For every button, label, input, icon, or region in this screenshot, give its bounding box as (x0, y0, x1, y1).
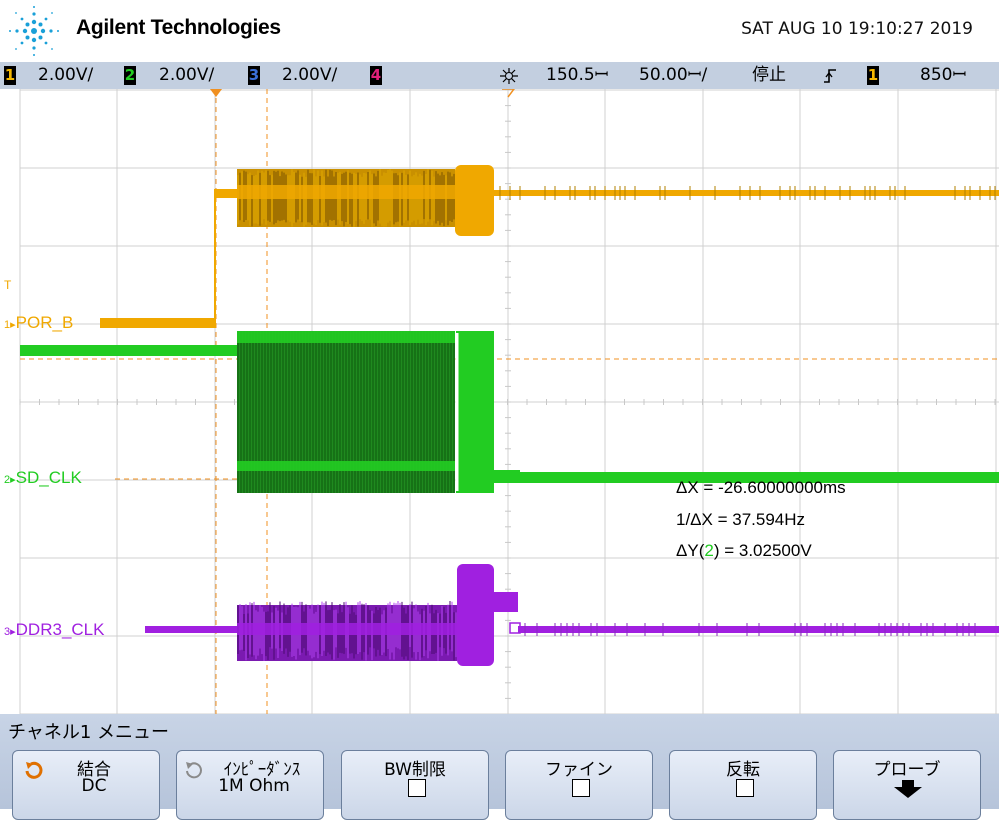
channel-2-scale: 2.00V/ (159, 65, 215, 85)
channel-2-badge[interactable]: 2 (124, 66, 136, 85)
delay-icon (500, 68, 518, 84)
coupling-softkey[interactable]: 結合 DC (12, 750, 160, 820)
channel-2-label[interactable]: 2▸SD_CLK (4, 468, 82, 488)
date-time: SAT AUG 10 19:10:27 2019 (741, 19, 973, 39)
ch1-high-trace (215, 189, 239, 198)
status-bar: 1 2.00V/ 2 2.00V/ 3 2.00V/ 4 150.5ꟷ 50.0… (0, 62, 999, 89)
channel-1-label[interactable]: 1▸POR_B (4, 313, 73, 333)
ch2-burst-top (237, 331, 455, 343)
delta-y-readout: ΔY(2) = 3.02500V (676, 541, 812, 560)
agilent-logo-icon (9, 6, 59, 56)
channel-3-scale: 2.00V/ (282, 65, 338, 85)
header-bar: Agilent Technologies SAT AUG 10 19:10:27… (0, 0, 999, 62)
invert-label: 反転 (726, 760, 760, 780)
ch2-dense-block (456, 331, 494, 493)
fine-label: ファイン (545, 760, 613, 780)
channel-3-label[interactable]: 3▸DDR3_CLK (4, 620, 104, 640)
impedance-softkey[interactable]: ｲﾝﾋﾟｰﾀﾞﾝｽ 1M Ohm (176, 750, 324, 820)
invert-checkbox[interactable] (736, 779, 754, 797)
coupling-value: DC (81, 776, 107, 796)
waveform-canvas (19, 89, 999, 714)
ch1-dense-block (455, 165, 494, 236)
bw-limit-label: BW制限 (384, 760, 446, 780)
channel-3-badge[interactable]: 3 (248, 66, 260, 85)
ch2-idle-trace (20, 345, 238, 356)
bw-limit-softkey[interactable]: BW制限 (341, 750, 489, 820)
delta-x-readout: ΔX = -26.60000000ms (676, 478, 846, 497)
ch3-idle-trace (145, 626, 238, 633)
trigger-edge-icon (824, 69, 836, 83)
trigger-source-badge[interactable]: 1 (867, 66, 879, 85)
fine-softkey[interactable]: ファイン (505, 750, 653, 820)
submenu-arrow-icon (894, 780, 922, 798)
run-state: 停止 (752, 65, 786, 85)
timebase-value: 50.00ꟷ/ (639, 65, 708, 85)
channel-1-badge[interactable]: 1 (4, 66, 16, 85)
channel-1-scale: 2.00V/ (38, 65, 94, 85)
invert-softkey[interactable]: 反転 (669, 750, 817, 820)
ch3-step (494, 592, 518, 612)
trigger-level: 850ꟷ (920, 65, 967, 85)
channel-menu: チャネル1 メニュー 結合 DC ｲﾝﾋﾟｰﾀﾞﾝｽ 1M Ohm BW制限 フ… (0, 714, 999, 820)
probe-softkey[interactable]: プローブ (833, 750, 981, 820)
ch3-burst-band (237, 623, 457, 635)
fine-checkbox[interactable] (572, 779, 590, 797)
ch1-low-trace-overlay (100, 320, 216, 328)
trigger-position-marker (210, 89, 222, 97)
bw-limit-checkbox[interactable] (408, 779, 426, 797)
ch2-burst-bottom (237, 461, 455, 471)
menu-title: チャネル1 メニュー (8, 722, 169, 743)
trigger-level-marker: T (4, 278, 12, 292)
probe-label: プローブ (873, 760, 941, 780)
waveform-display: ΔX = -26.60000000ms 1/ΔX = 37.594Hz ΔY(2… (0, 89, 999, 714)
channel-4-badge[interactable]: 4 (370, 66, 382, 85)
impedance-value: 1M Ohm (218, 776, 290, 796)
ch1-burst-band (237, 185, 455, 199)
delay-value: 150.5ꟷ (546, 65, 609, 85)
brand-name: Agilent Technologies (76, 16, 281, 39)
inverse-delta-x-readout: 1/ΔX = 37.594Hz (676, 510, 806, 529)
ch3-dense-block (457, 564, 494, 666)
